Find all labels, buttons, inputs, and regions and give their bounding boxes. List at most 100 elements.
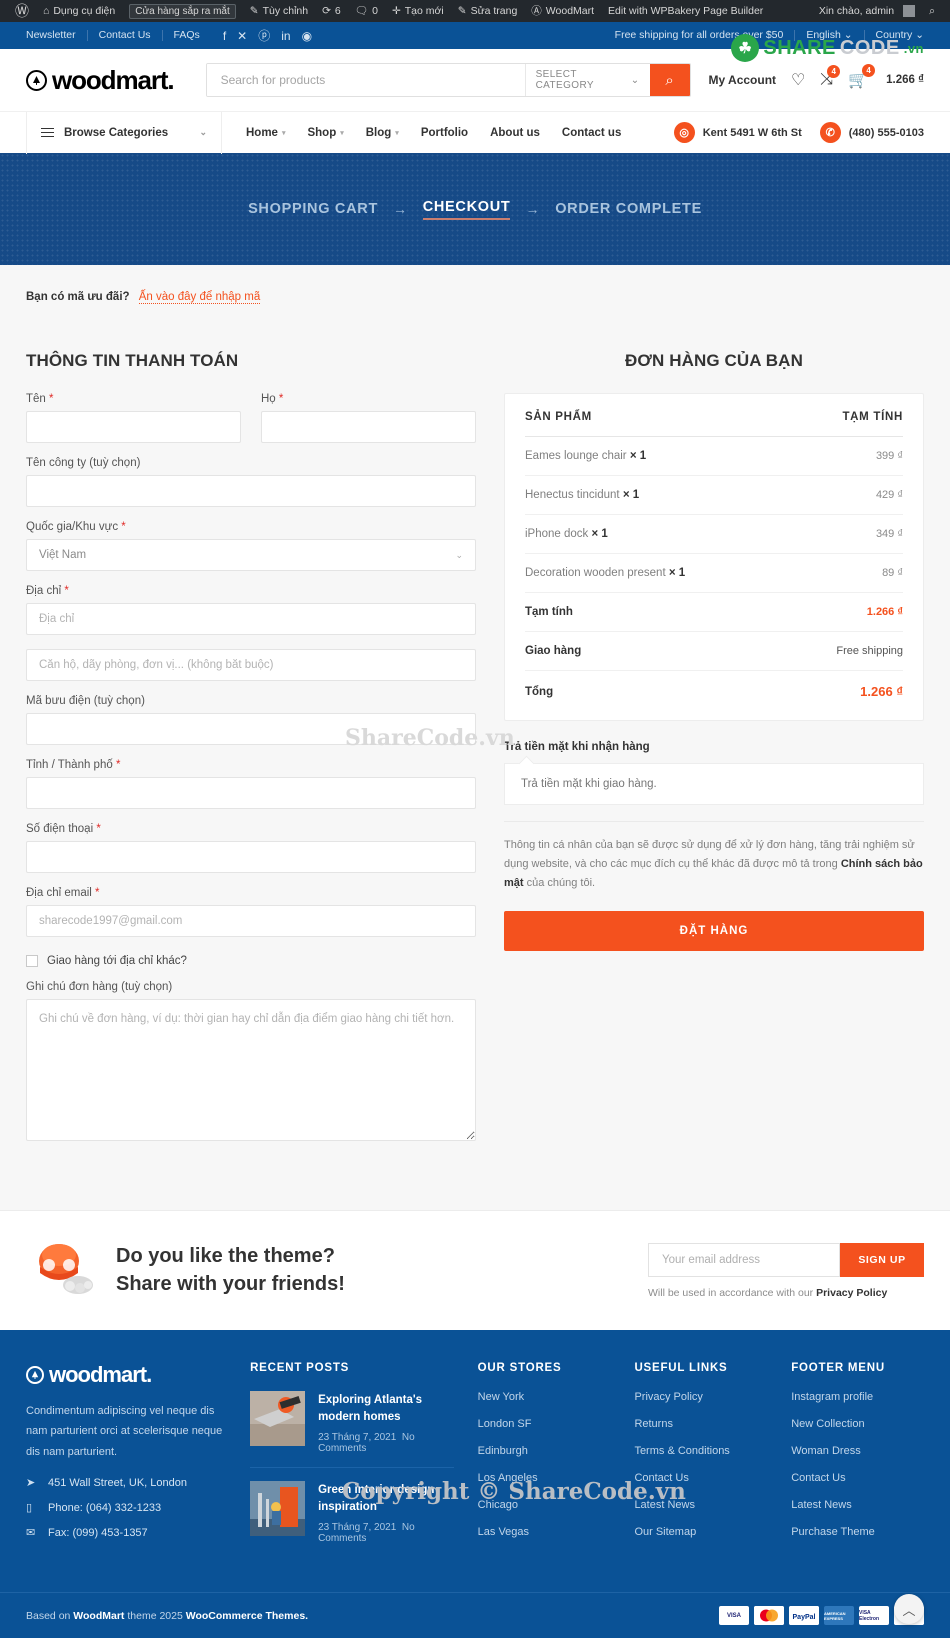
first-name-input[interactable]	[26, 411, 241, 443]
useful-link-returns[interactable]: Returns	[634, 1418, 767, 1430]
useful-link-privacy-policy[interactable]: Privacy Policy	[634, 1391, 767, 1403]
admin-search-icon[interactable]: ⌕	[922, 5, 942, 18]
compare-count-badge: 4	[827, 65, 841, 78]
last-name-input[interactable]	[261, 411, 476, 443]
country-selector[interactable]: Country ⌄	[865, 30, 924, 41]
footer-menu-purchase-theme[interactable]: Purchase Theme	[791, 1526, 924, 1538]
navbar-contacts: ◎ Kent 5491 W 6th St ✆ (480) 555-0103	[673, 122, 924, 143]
nav-item-about[interactable]: About us	[490, 127, 540, 139]
store-link-new-york[interactable]: New York	[478, 1391, 611, 1403]
required-mark: *	[278, 393, 284, 405]
store-address[interactable]: ◎ Kent 5491 W 6th St	[673, 122, 802, 143]
topbar-link-newsletter[interactable]: Newsletter	[26, 30, 88, 41]
phone-input[interactable]	[26, 841, 476, 873]
order-item-row: Eames lounge chair × 1 399 ₫	[525, 437, 903, 476]
country-select-value: Việt Nam	[39, 549, 87, 561]
privacy-policy-link[interactable]: Privacy Policy	[816, 1287, 887, 1299]
footer-logo[interactable]: woodmart.	[26, 1362, 226, 1388]
useful-link-latest-news[interactable]: Latest News	[634, 1499, 767, 1511]
admin-item-coming-soon[interactable]: Cửa hàng sắp ra mắt	[122, 3, 243, 19]
wordpress-logo-icon[interactable]: Ⓦ	[8, 1, 36, 21]
useful-link-sitemap[interactable]: Our Sitemap	[634, 1526, 767, 1538]
search-button[interactable]: ⌕	[649, 64, 690, 96]
email-input[interactable]	[26, 905, 476, 937]
language-selector[interactable]: English ⌄	[795, 30, 865, 41]
step-checkout[interactable]: CHECKOUT	[422, 199, 511, 220]
admin-item-dashboard[interactable]: ⌂ Dụng cụ điện	[36, 5, 122, 17]
nav-item-portfolio[interactable]: Portfolio	[421, 127, 468, 139]
admin-item-wpbakery[interactable]: Edit with WPBakery Page Builder	[601, 5, 770, 17]
admin-item-customize[interactable]: ✎ Tùy chỉnh	[243, 5, 315, 17]
admin-item-updates[interactable]: ⟳ 6	[315, 5, 348, 17]
useful-link-contact-us[interactable]: Contact Us	[634, 1472, 767, 1484]
plus-icon: ✛	[391, 4, 401, 17]
country-label: Quốc gia/Khu vực *	[26, 521, 126, 533]
admin-item-edit-page[interactable]: ✎ Sửa trang	[451, 5, 525, 17]
footer-menu-new-collection[interactable]: New Collection	[791, 1418, 924, 1430]
nav-item-home[interactable]: Home ▾	[246, 127, 285, 139]
ship-different-checkbox[interactable]	[26, 955, 38, 967]
topbar-link-contact[interactable]: Contact Us	[88, 30, 163, 41]
browse-categories-button[interactable]: Browse Categories ⌄	[26, 111, 222, 154]
coupon-prompt: Bạn có mã ưu đãi?	[26, 291, 130, 303]
ship-different-address-row[interactable]: Giao hàng tới địa chỉ khác?	[26, 955, 476, 967]
recent-post-item[interactable]: Green interior design inspiration 23 Thá…	[250, 1481, 454, 1557]
place-order-button[interactable]: ĐẶT HÀNG	[504, 910, 924, 951]
pinterest-icon[interactable]: ⓟ	[258, 27, 270, 44]
last-name-label: Họ *	[261, 393, 284, 405]
facebook-icon[interactable]: f	[223, 29, 226, 43]
topbar-link-faqs[interactable]: FAQs	[163, 30, 211, 41]
linkedin-icon[interactable]: in	[281, 29, 290, 43]
company-input[interactable]	[26, 475, 476, 507]
admin-item-woodmart[interactable]: Ⓐ WoodMart	[524, 5, 601, 17]
newsletter-line1: Do you like the theme?	[116, 1244, 335, 1267]
my-account-link[interactable]: My Account	[708, 73, 776, 87]
store-link-los-angeles[interactable]: Los Angeles	[478, 1472, 611, 1484]
footer-menu-contact-us[interactable]: Contact Us	[791, 1472, 924, 1484]
newsletter-email-input[interactable]	[648, 1242, 840, 1277]
wp-admin-bar: Ⓦ ⌂ Dụng cụ điện Cửa hàng sắp ra mắt ✎ T…	[0, 0, 950, 22]
payment-method-title[interactable]: Trả tiền mặt khi nhận hàng	[504, 741, 924, 753]
site-logo[interactable]: woodmart.	[26, 65, 175, 96]
store-address-label: Kent 5491 W 6th St	[702, 126, 802, 139]
category-select[interactable]: SELECT CATEGORY ⌄	[524, 64, 650, 96]
telegram-icon[interactable]: ◉	[302, 29, 312, 43]
x-twitter-icon[interactable]: ✕	[237, 29, 247, 43]
wishlist-button[interactable]: ♡	[791, 70, 805, 90]
address2-input[interactable]	[26, 649, 476, 681]
nav-item-blog[interactable]: Blog ▾	[366, 127, 399, 139]
footer-menu-instagram[interactable]: Instagram profile	[791, 1391, 924, 1403]
store-link-chicago[interactable]: Chicago	[478, 1499, 611, 1511]
useful-link-terms[interactable]: Terms & Conditions	[634, 1445, 767, 1457]
city-input[interactable]	[26, 777, 476, 809]
country-select[interactable]: Việt Nam ⌄	[26, 539, 476, 571]
step-shopping-cart[interactable]: SHOPPING CART	[248, 201, 378, 217]
newsletter-signup-button[interactable]: SIGN UP	[840, 1242, 924, 1277]
order-notes-textarea[interactable]	[26, 999, 476, 1141]
nav-item-label: About us	[490, 126, 540, 139]
compare-button[interactable]: ⤨ 4	[820, 65, 841, 89]
nav-item-contact[interactable]: Contact us	[562, 127, 621, 139]
shipping-label: Giao hàng	[525, 645, 582, 657]
recent-post-item[interactable]: Exploring Atlanta's modern homes 23 Thán…	[250, 1391, 454, 1469]
store-link-las-vegas[interactable]: Las Vegas	[478, 1526, 611, 1538]
footer-menu-woman-dress[interactable]: Woman Dress	[791, 1445, 924, 1457]
admin-item-comments[interactable]: 🗨 0	[348, 5, 385, 17]
chevron-down-icon: ⌄	[455, 549, 463, 560]
step-order-complete[interactable]: ORDER COMPLETE	[555, 201, 702, 217]
post-thumbnail	[250, 1391, 306, 1446]
coupon-link[interactable]: Ấn vào đây để nhập mã	[138, 291, 261, 304]
cart-button[interactable]: 🛒 4	[848, 64, 876, 90]
woodmart-mark-icon	[26, 1366, 44, 1384]
store-link-edinburgh[interactable]: Edinburgh	[478, 1445, 611, 1457]
order-item-name: Henectus tincidunt × 1	[525, 489, 640, 501]
postcode-input[interactable]	[26, 713, 476, 745]
admin-item-new[interactable]: ✛ Tạo mới	[385, 5, 451, 17]
store-phone[interactable]: ✆ (480) 555-0103	[819, 122, 924, 143]
footer-menu-latest-news[interactable]: Latest News	[791, 1499, 924, 1511]
admin-greeting[interactable]: Xin chào, admin	[812, 5, 922, 17]
address1-input[interactable]	[26, 603, 476, 635]
store-link-london-sf[interactable]: London SF	[478, 1418, 611, 1430]
search-input[interactable]	[206, 64, 525, 96]
nav-item-shop[interactable]: Shop ▾	[307, 127, 343, 139]
